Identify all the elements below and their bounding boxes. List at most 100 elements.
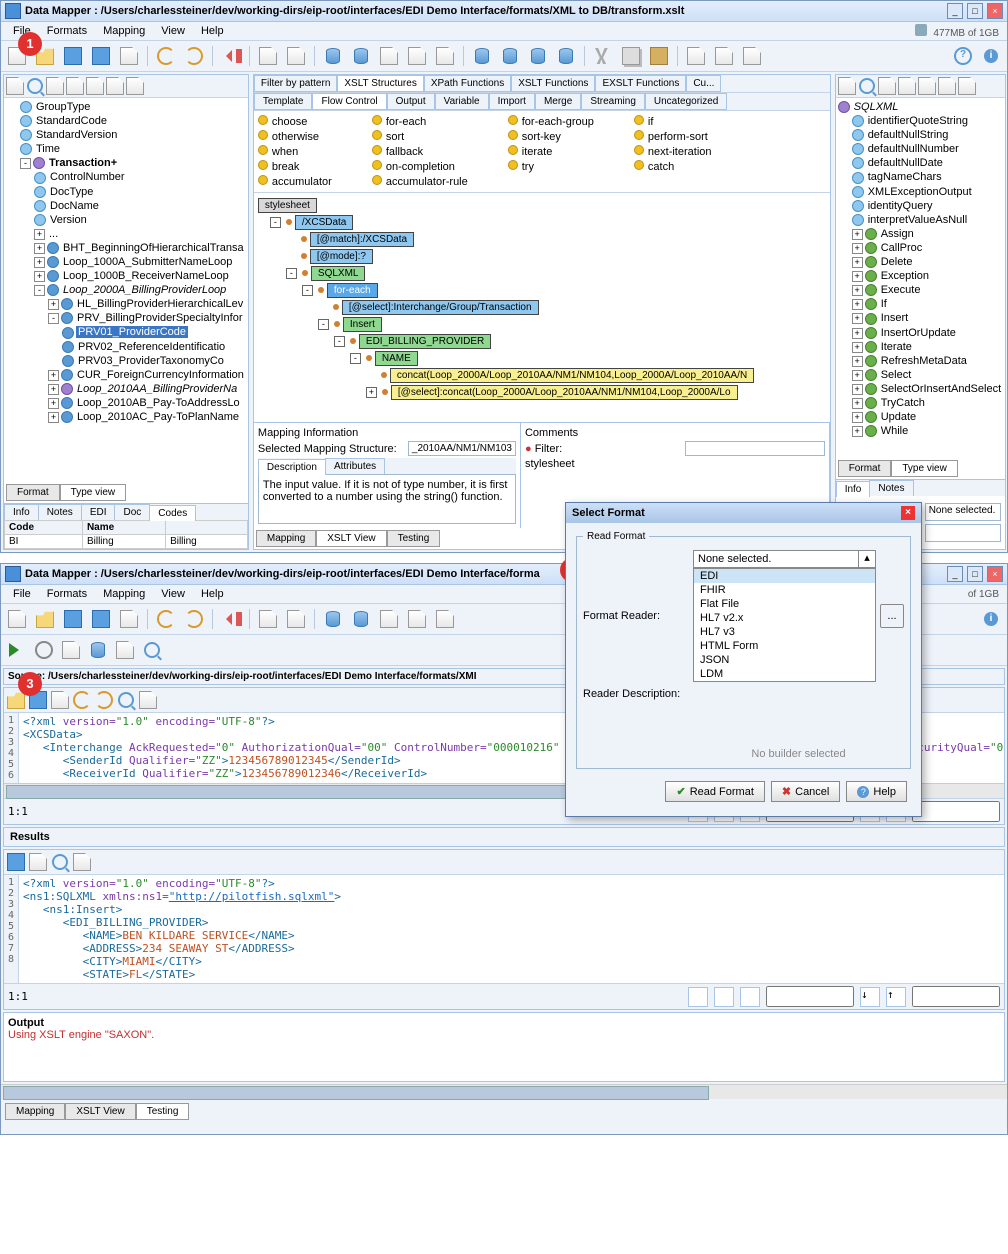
ct-b[interactable] — [139, 691, 157, 709]
tree-node[interactable]: StandardCode — [6, 114, 246, 128]
maximize-button[interactable]: □ — [967, 566, 983, 582]
flow-item[interactable]: iterate — [508, 145, 594, 158]
expand-icon[interactable]: + — [852, 328, 863, 339]
open-button[interactable] — [33, 607, 57, 631]
flow-item[interactable]: next-iteration — [634, 145, 712, 158]
tree-node[interactable]: +InsertOrUpdate — [838, 326, 1003, 340]
tb-btn-g[interactable] — [433, 44, 457, 68]
expand-icon[interactable]: + — [852, 356, 863, 367]
ctab-streaming[interactable]: Streaming — [581, 93, 645, 110]
titlebar[interactable]: Data Mapper : /Users/charlessteiner/dev/… — [1, 1, 1007, 22]
undo-button[interactable] — [154, 44, 178, 68]
rt-btn-6[interactable] — [958, 77, 976, 95]
expand-icon[interactable]: + — [852, 229, 863, 240]
map-node[interactable]: /XCSData — [295, 215, 353, 230]
mapping-canvas[interactable]: stylesheet -/XCSData [@match]:/XCSData [… — [254, 193, 830, 422]
run-button[interactable] — [5, 638, 29, 662]
menu-help[interactable]: Help — [193, 588, 232, 600]
tree-node[interactable]: +CUR_ForeignCurrencyInformation — [6, 368, 246, 382]
redo-button[interactable] — [182, 607, 206, 631]
left-btab-format[interactable]: Format — [6, 484, 60, 501]
info-button[interactable]: i — [979, 44, 1003, 68]
menu-formats[interactable]: Formats — [39, 588, 95, 600]
copy-button[interactable] — [619, 44, 643, 68]
tb-btn-h[interactable] — [470, 44, 494, 68]
status-input-2[interactable] — [912, 801, 1000, 822]
tb-btn-j[interactable] — [526, 44, 550, 68]
ctab-flow[interactable]: Flow Control — [312, 93, 386, 110]
flow-item[interactable]: fallback — [372, 145, 468, 158]
close-button[interactable]: × — [987, 3, 1003, 19]
format-reader-dropdown[interactable]: EDIFHIRFlat FileHL7 v2.xHL7 v3HTML FormJ… — [693, 568, 876, 682]
map-node[interactable]: for-each — [327, 283, 378, 298]
lt-btn-4[interactable] — [86, 77, 104, 95]
expand-icon[interactable]: + — [48, 412, 59, 423]
tree-node[interactable]: +Loop_2010AA_BillingProviderNa — [6, 382, 246, 396]
ftab-exslt[interactable]: EXSLT Functions — [595, 75, 686, 92]
map-node[interactable]: [@select]:concat(Loop_2000A/Loop_2010AA/… — [391, 385, 738, 400]
tree-node[interactable]: Version — [6, 213, 246, 227]
dropdown-item[interactable]: FHIR — [694, 583, 875, 597]
rt-btn-4[interactable] — [918, 77, 936, 95]
lt-btn-5[interactable] — [106, 77, 124, 95]
tree-node[interactable]: +Select — [838, 368, 1003, 382]
tb-btn-l[interactable] — [684, 44, 708, 68]
rt-btn-2[interactable] — [878, 77, 896, 95]
ctab-output[interactable]: Output — [387, 93, 435, 110]
tree-node[interactable]: +SelectOrInsertAndSelect — [838, 382, 1003, 396]
flow-item[interactable]: try — [508, 160, 594, 173]
tree-node[interactable]: tagNameChars — [838, 170, 1003, 184]
expand-icon[interactable]: + — [34, 229, 45, 240]
left-tab-notes[interactable]: Notes — [38, 504, 82, 520]
ftab-xsltfn[interactable]: XSLT Functions — [511, 75, 595, 92]
mid-btab-mapping[interactable]: Mapping — [256, 530, 316, 547]
menu-view[interactable]: View — [153, 588, 193, 600]
tree-node[interactable]: DocName — [6, 199, 246, 213]
tree-node[interactable]: +Execute — [838, 283, 1003, 297]
tb-btn-c[interactable] — [321, 44, 345, 68]
flow-item[interactable]: on-completion — [372, 160, 468, 173]
expand-icon[interactable]: + — [48, 370, 59, 381]
dropdown-item[interactable]: LDM — [694, 667, 875, 681]
chevron-up-icon[interactable]: ▴ — [858, 551, 875, 567]
tree-node[interactable]: PRV03_ProviderTaxonomyCo — [6, 354, 246, 368]
info-button[interactable]: i — [979, 607, 1003, 631]
left-btab-typeview[interactable]: Type view — [60, 484, 126, 501]
tree-node[interactable]: +Update — [838, 410, 1003, 424]
lt-search[interactable] — [26, 77, 44, 95]
expand-icon[interactable]: + — [852, 257, 863, 268]
expand-icon[interactable]: - — [34, 285, 45, 296]
rt-btn-5[interactable] — [938, 77, 956, 95]
browse-button[interactable]: ... — [880, 604, 904, 628]
ctab-template[interactable]: Template — [254, 93, 313, 110]
tb-btn-b[interactable] — [284, 44, 308, 68]
read-format-button[interactable]: ✔Read Format — [665, 781, 764, 802]
tb-btn-m[interactable] — [712, 44, 736, 68]
expand-icon[interactable]: + — [852, 271, 863, 282]
comments-filter[interactable] — [685, 441, 825, 456]
flow-item[interactable]: break — [258, 160, 332, 173]
tb-c[interactable] — [321, 607, 345, 631]
map-node[interactable]: EDI_BILLING_PROVIDER — [359, 334, 491, 349]
exit-button[interactable] — [219, 44, 243, 68]
dialog-close-button[interactable]: × — [901, 506, 915, 520]
status-down[interactable]: ↓ — [860, 987, 880, 1007]
flow-item[interactable]: catch — [634, 160, 712, 173]
menu-mapping[interactable]: Mapping — [95, 588, 153, 600]
map-node[interactable]: [@mode]:? — [310, 249, 373, 264]
cut-button[interactable] — [591, 44, 615, 68]
expand-icon[interactable]: + — [852, 299, 863, 310]
ftab-filter[interactable]: Filter by pattern — [254, 75, 337, 92]
expand-icon[interactable]: + — [852, 426, 863, 437]
dropdown-item[interactable]: HTML Form — [694, 639, 875, 653]
tb-btn-d[interactable] — [349, 44, 373, 68]
expand-icon[interactable]: + — [852, 313, 863, 324]
map-node[interactable]: stylesheet — [258, 198, 317, 213]
tree-node[interactable]: identityQuery — [838, 199, 1003, 213]
dropdown-item[interactable]: EDI — [694, 569, 875, 583]
ftab-xslt-struct[interactable]: XSLT Structures — [337, 75, 423, 92]
tb-d[interactable] — [349, 607, 373, 631]
expand-icon[interactable]: + — [852, 285, 863, 296]
results-text[interactable]: <?xml version="1.0" encoding="UTF-8"?> <… — [19, 875, 1004, 983]
tree-node[interactable]: +BHT_BeginningOfHierarchicalTransa — [6, 241, 246, 255]
